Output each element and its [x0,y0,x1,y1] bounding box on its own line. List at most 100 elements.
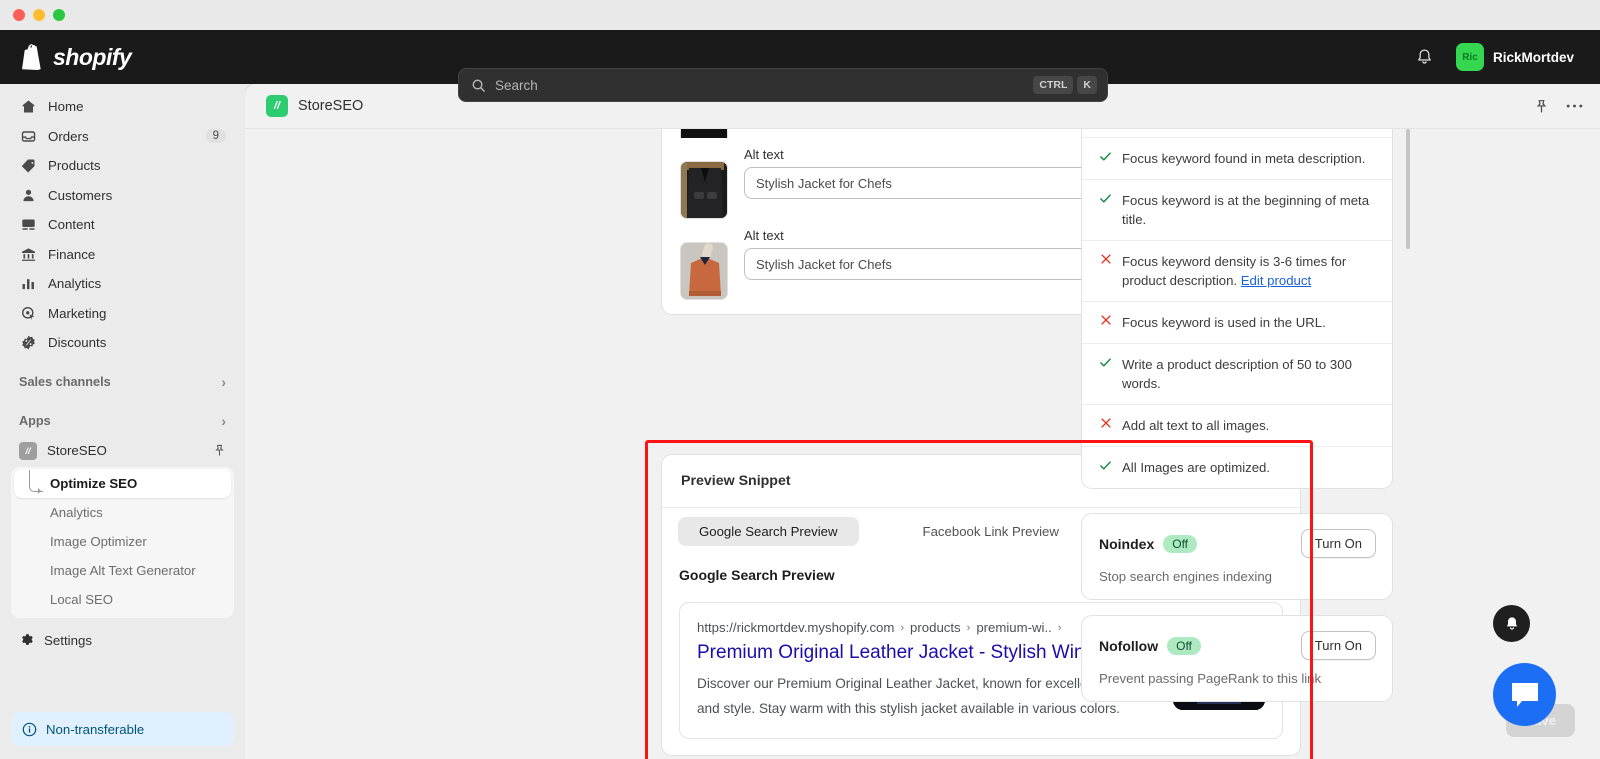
serp-url-domain: https://rickmortdev.myshopify.com [697,620,895,635]
topbar-right-cluster: Ric RickMortdev [1411,30,1582,84]
checklist-text: Focus keyword is used in the URL. [1122,315,1326,330]
app-header-actions [1534,99,1583,114]
sidebar-item-content[interactable]: Content [11,210,234,239]
sales-channels-label: Sales channels [19,374,111,389]
sidebar-section-sales-channels[interactable]: Sales channels › [11,367,234,397]
sidebar-item-discounts[interactable]: Discounts [11,328,234,357]
sidebar-label-marketing: Marketing [48,305,107,321]
content-image-icon [19,217,38,232]
sidebar-item-settings[interactable]: Settings [11,626,234,656]
check-pass-icon [1099,458,1112,472]
sidebar-item-storeseo[interactable]: // StoreSEO [11,436,234,466]
ellipsis-horizontal-icon[interactable] [1566,103,1583,109]
sidebar-item-products[interactable]: Products [11,151,234,180]
sidebar-item-orders[interactable]: Orders 9 [11,122,234,151]
pin-icon[interactable] [213,444,226,457]
sidebar-item-optimize-seo[interactable]: Optimize SEO [14,468,231,498]
search-icon [471,78,486,93]
preview-snippet-title: Preview Snippet [681,473,791,489]
nofollow-card: Nofollow Off Turn On Prevent passing Pag… [1081,615,1393,702]
sidebar-item-analytics[interactable]: Analytics [11,269,234,298]
checklist-text: All Images are optimized. [1122,460,1271,475]
check-fail-icon [1099,416,1112,429]
sidebar-item-analytics-app[interactable]: Analytics [14,498,231,527]
settings-label: Settings [44,633,93,648]
sidebar-item-finance[interactable]: Finance [11,240,234,269]
nofollow-turn-on-button[interactable]: Turn On [1300,631,1376,660]
right-panel-scrollbar[interactable] [1406,129,1410,249]
checklist-item: Focus keyword is used in the URL. [1082,301,1392,343]
storeseo-app-icon: // [19,441,37,460]
tab-label: Facebook Link Preview [922,524,1059,539]
checklist-item: Write a product description of 50 to 300… [1082,343,1392,404]
chat-bubble-icon [1510,681,1540,709]
checklist-edit-product-row: Edit product [1082,129,1392,137]
global-search-bar[interactable]: Search CTRL K [458,68,1108,102]
checklist-text: Focus keyword found in meta description. [1122,151,1366,166]
floating-chat-button[interactable] [1493,663,1556,726]
checklist-item: Focus keyword density is 3-6 times for p… [1082,240,1392,301]
storeseo-logo-icon: // [266,95,288,117]
checklist-item: All Images are optimized. [1082,446,1392,488]
noindex-turn-on-button[interactable]: Turn On [1300,529,1376,558]
app-title: StoreSEO [298,98,364,114]
serp-url-segment-2: premium-wi.. [976,620,1052,635]
product-thumbnail [680,161,728,219]
checklist-text: Add alt text to all images. [1122,418,1270,433]
sidebar-item-reports[interactable]: Reports [14,614,231,618]
subnav-elbow-arrow-icon [29,469,43,494]
shopify-logo[interactable]: shopify [0,44,245,71]
search-kbd-k: K [1077,76,1097,94]
shopify-topbar: shopify Search CTRL K Ric RickMortdev [0,30,1600,102]
notifications-bell-icon[interactable] [1411,44,1438,71]
product-thumbnail [680,242,728,300]
window-minimize-button[interactable] [33,9,45,21]
sidebar-item-marketing[interactable]: Marketing [11,299,234,328]
sidebar-section-apps[interactable]: Apps › [11,406,234,436]
user-menu[interactable]: Ric RickMortdev [1452,39,1582,75]
sidebar-item-local-seo[interactable]: Local SEO [14,585,231,614]
search-kbd-ctrl: CTRL [1033,76,1074,94]
sidebar-item-customers[interactable]: Customers [11,181,234,210]
sidebar-label-orders: Orders [48,128,89,144]
floating-notification-button[interactable] [1493,605,1530,642]
app-shell: Home Orders 9 Products Customers Content… [0,84,1600,759]
checklist-text: Focus keyword is at the beginning of met… [1122,193,1370,227]
sidebar-item-home[interactable]: Home [11,92,234,121]
tab-facebook-link-preview[interactable]: Facebook Link Preview [899,517,1083,546]
checklist-text: Focus keyword density is 3-6 times for p… [1122,254,1347,288]
orders-inbox-icon [19,129,38,144]
check-pass-icon [1099,355,1112,369]
window-maximize-button[interactable] [53,9,65,21]
shopify-wordmark: shopify [53,43,132,70]
checklist-text: Write a product description of 50 to 300… [1122,357,1352,391]
storeseo-label: StoreSEO [47,443,107,458]
serp-url-segment-1: products [910,620,961,635]
check-fail-icon [1099,252,1112,265]
sidebar-item-image-optimizer[interactable]: Image Optimizer [14,527,231,556]
product-thumbnail [680,129,728,138]
pin-icon[interactable] [1534,99,1549,114]
check-fail-icon [1099,313,1112,326]
home-icon [19,99,38,114]
gear-icon [19,632,34,650]
tag-icon [19,158,38,173]
chevron-right-icon: › [221,373,226,390]
app-content: Alt text Stylish Jacket for Chefs Alt te… [245,129,1600,759]
preview-sub-title: Google Search Preview [679,566,835,583]
nofollow-header: Nofollow Off Turn On [1099,631,1376,660]
embedded-app-frame: // StoreSEO Alt text Stylish Jacket for … [245,84,1600,759]
window-close-button[interactable] [13,9,25,21]
tab-google-search-preview[interactable]: Google Search Preview [678,517,859,546]
seo-checklist-card: Edit product Focus keyword found in meta… [1081,129,1393,489]
sidebar-label-content: Content [48,217,95,232]
breadcrumb-separator-icon: › [966,621,971,634]
sidebar-label-customers: Customers [48,187,113,203]
image-optimizer-label: Image Optimizer [50,533,147,549]
chevron-right-icon: › [221,412,226,429]
sidebar-item-image-alt-text-generator[interactable]: Image Alt Text Generator [14,556,231,585]
non-transferable-banner[interactable]: Non-transferable [11,712,234,746]
apps-label: Apps [19,413,51,428]
edit-product-link-inline[interactable]: Edit product [1241,273,1311,288]
info-circle-icon [22,722,37,737]
